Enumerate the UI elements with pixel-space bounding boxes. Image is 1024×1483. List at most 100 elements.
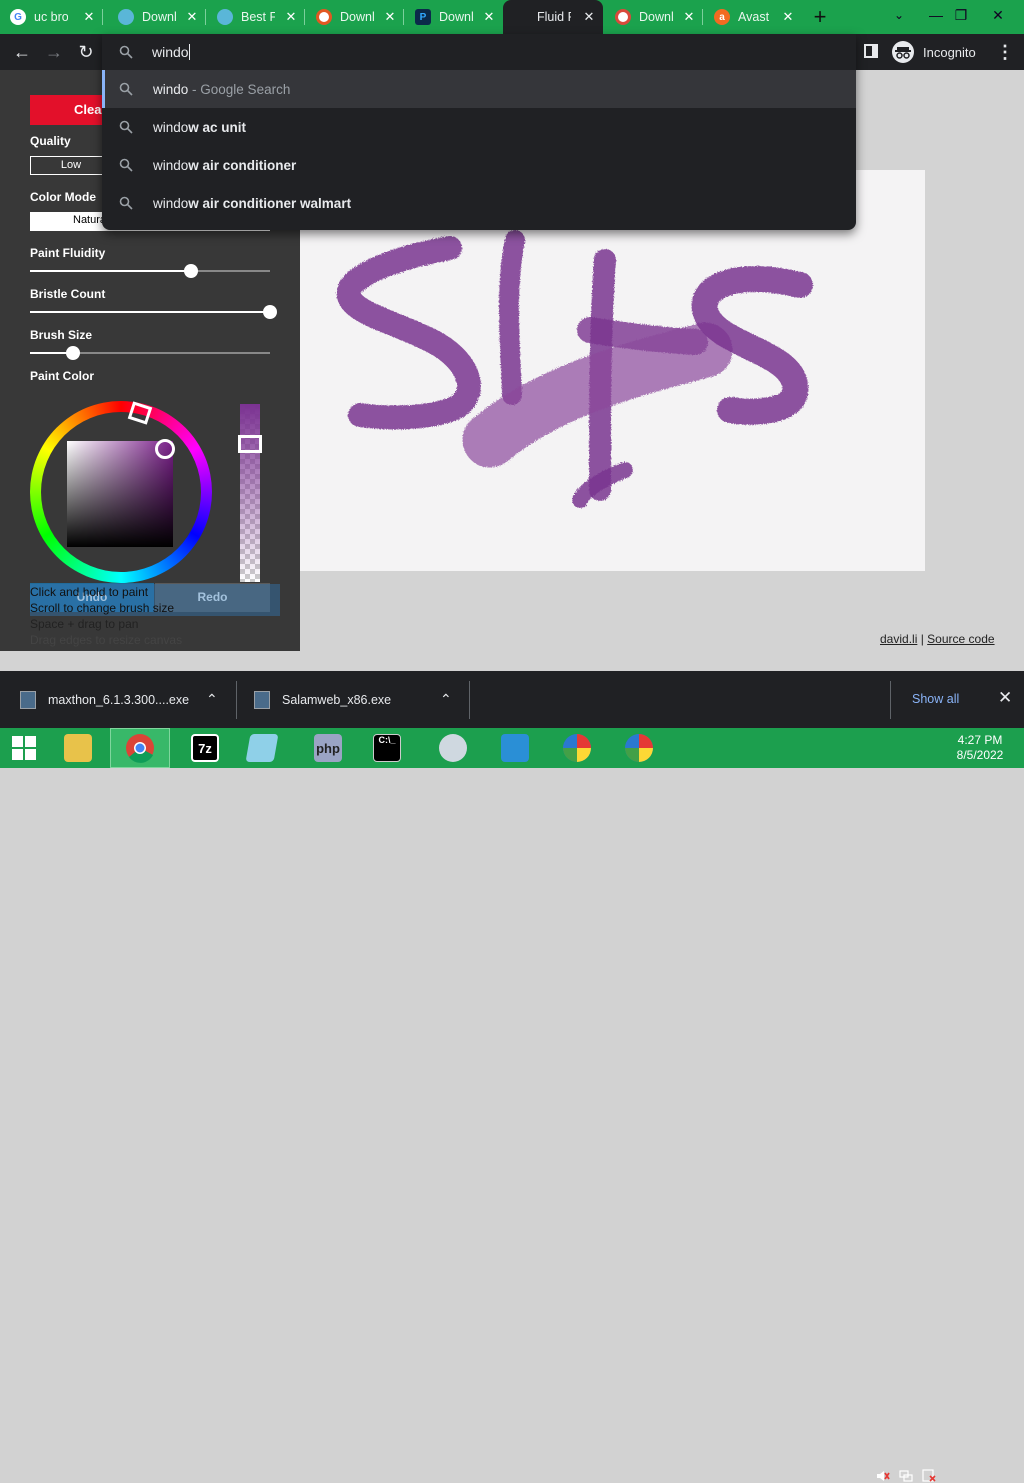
suggestion-typed: windo bbox=[153, 157, 189, 173]
address-bar-text: windo bbox=[152, 44, 189, 60]
incognito-indicator[interactable]: Incognito bbox=[892, 41, 976, 63]
suggestion-row[interactable]: window air conditioner bbox=[102, 146, 856, 184]
close-window-icon[interactable]: ✕ bbox=[975, 0, 1021, 30]
network-icon[interactable] bbox=[899, 1469, 913, 1483]
back-arrow-icon[interactable]: ← bbox=[9, 40, 35, 64]
maxthon-icon bbox=[625, 734, 653, 762]
tab-label: Best Fr bbox=[241, 10, 275, 24]
reload-icon[interactable]: ↻ bbox=[73, 40, 99, 64]
tab-fluid-paint[interactable]: Fluid P ✕ bbox=[503, 0, 603, 34]
tab-download-4[interactable]: Downl ✕ bbox=[605, 0, 703, 34]
saturation-value-picker[interactable] bbox=[67, 441, 173, 547]
new-tab-button[interactable]: + bbox=[808, 5, 832, 29]
suggestion-typed: windo bbox=[153, 119, 189, 135]
color-mode-label: Color Mode bbox=[30, 190, 96, 204]
brush-size-label: Brush Size bbox=[30, 328, 93, 342]
suggestion-typed: windo bbox=[153, 81, 189, 97]
strokes-group bbox=[336, 230, 813, 508]
footer-links: david.li | Source code bbox=[880, 632, 995, 646]
7zip-icon: 7z bbox=[191, 734, 219, 762]
close-icon[interactable]: ✕ bbox=[184, 9, 200, 25]
color-picker-cursor[interactable] bbox=[155, 439, 175, 459]
taskbar-php[interactable]: php bbox=[298, 728, 358, 768]
taskbar-notepad[interactable] bbox=[232, 728, 292, 768]
download-item[interactable]: Salamweb_x86.exe ⌃ bbox=[254, 671, 464, 728]
close-icon[interactable]: ✕ bbox=[681, 9, 697, 25]
address-bar-input[interactable]: windo bbox=[152, 44, 190, 60]
quality-label: Quality bbox=[30, 134, 71, 148]
search-icon bbox=[119, 120, 133, 134]
suggestion-typed: windo bbox=[153, 195, 189, 211]
taskbar-file-explorer[interactable] bbox=[48, 728, 108, 768]
search-icon bbox=[119, 45, 133, 59]
tab-avast[interactable]: a Avast ✕ bbox=[704, 0, 802, 34]
tab-best-free[interactable]: Best Fr ✕ bbox=[207, 0, 305, 34]
show-all-downloads-link[interactable]: Show all bbox=[912, 690, 959, 708]
redo-button[interactable]: Redo bbox=[155, 583, 270, 612]
author-link[interactable]: david.li bbox=[880, 632, 917, 646]
quality-selector[interactable]: Low bbox=[30, 156, 112, 175]
suggestion-row[interactable]: windo - Google Search bbox=[102, 70, 856, 108]
tab-label: Downl bbox=[639, 10, 673, 24]
start-button[interactable] bbox=[0, 728, 48, 768]
windows-taskbar: 7z php C:\_ bbox=[0, 728, 1024, 1482]
search-icon bbox=[119, 82, 133, 96]
taskbar-winrar[interactable] bbox=[485, 728, 545, 768]
close-icon[interactable]: ✕ bbox=[780, 9, 796, 25]
opacity-slider[interactable] bbox=[240, 404, 260, 582]
side-panel-icon[interactable] bbox=[864, 44, 878, 58]
chevron-up-icon[interactable]: ⌃ bbox=[206, 691, 218, 708]
photoshop-icon: P bbox=[415, 9, 431, 25]
chevron-up-icon[interactable]: ⌃ bbox=[440, 691, 452, 708]
taskbar-command-prompt[interactable]: C:\_ bbox=[357, 728, 417, 768]
suggestion-completion: w air conditioner walmart bbox=[188, 195, 352, 211]
taskbar-7zip[interactable]: 7z bbox=[175, 728, 235, 768]
globe-icon bbox=[118, 9, 134, 25]
close-icon[interactable]: ✕ bbox=[81, 9, 97, 25]
close-icon[interactable]: ✕ bbox=[481, 9, 497, 25]
forward-arrow-icon[interactable]: → bbox=[41, 40, 67, 64]
menu-kebab-icon[interactable]: ⋮ bbox=[996, 40, 1014, 64]
undo-button[interactable]: Undo bbox=[30, 583, 154, 612]
filehippo-icon bbox=[316, 9, 332, 25]
suggestion-completion: w ac unit bbox=[188, 119, 247, 135]
taskbar-media-player[interactable] bbox=[423, 728, 483, 768]
paint-canvas[interactable] bbox=[300, 170, 925, 571]
paint-strokes bbox=[336, 230, 813, 508]
tab-download-3[interactable]: P Downl ✕ bbox=[405, 0, 503, 34]
suggestion-row[interactable]: window ac unit bbox=[102, 108, 856, 146]
paint-fluidity-slider-handle[interactable] bbox=[183, 264, 198, 278]
google-icon: G bbox=[10, 9, 26, 25]
suggestion-suffix: - Google Search bbox=[188, 81, 291, 97]
tab-download-2[interactable]: Downl ✕ bbox=[306, 0, 404, 34]
exe-file-icon bbox=[254, 690, 270, 709]
system-clock[interactable]: 4:27 PM 8/5/2022 bbox=[950, 733, 1010, 763]
close-icon[interactable]: ✕ bbox=[283, 9, 299, 25]
speaker-muted-icon[interactable] bbox=[876, 1469, 890, 1483]
close-icon[interactable]: ✕ bbox=[382, 9, 398, 25]
tab-uc-browser[interactable]: G uc bro ✕ bbox=[0, 0, 103, 34]
source-code-link[interactable]: Source code bbox=[927, 632, 994, 646]
opacity-slider-handle[interactable] bbox=[238, 435, 262, 453]
maxthon-icon bbox=[563, 734, 591, 762]
taskbar-chrome[interactable] bbox=[110, 728, 170, 768]
php-icon: php bbox=[314, 734, 342, 762]
incognito-icon bbox=[892, 41, 914, 63]
windows-logo-icon bbox=[12, 736, 36, 760]
close-icon[interactable]: ✕ bbox=[581, 9, 597, 25]
tab-download-1[interactable]: Downl ✕ bbox=[108, 0, 206, 34]
paint-fluidity-label: Paint Fluidity bbox=[30, 246, 106, 260]
download-item[interactable]: maxthon_6.1.3.300....exe ⌃ bbox=[20, 671, 230, 728]
taskbar-maxthon-2[interactable] bbox=[609, 728, 669, 768]
tab-strip: G uc bro ✕ Downl ✕ Best Fr ✕ Downl ✕ P D… bbox=[0, 0, 1024, 34]
action-center-icon[interactable] bbox=[922, 1469, 936, 1483]
taskbar-maxthon[interactable] bbox=[547, 728, 607, 768]
close-download-shelf-icon[interactable]: ✕ bbox=[998, 688, 1012, 708]
bristle-count-slider-handle[interactable] bbox=[263, 305, 277, 319]
clock-time: 4:27 PM bbox=[957, 733, 1003, 747]
suggestion-row[interactable]: window air conditioner walmart bbox=[102, 184, 856, 222]
download-filename: maxthon_6.1.3.300....exe bbox=[48, 692, 190, 707]
download-shelf: maxthon_6.1.3.300....exe ⌃ Salamweb_x86.… bbox=[0, 671, 1024, 728]
search-icon bbox=[119, 158, 133, 172]
tab-label: Avast bbox=[738, 10, 770, 24]
